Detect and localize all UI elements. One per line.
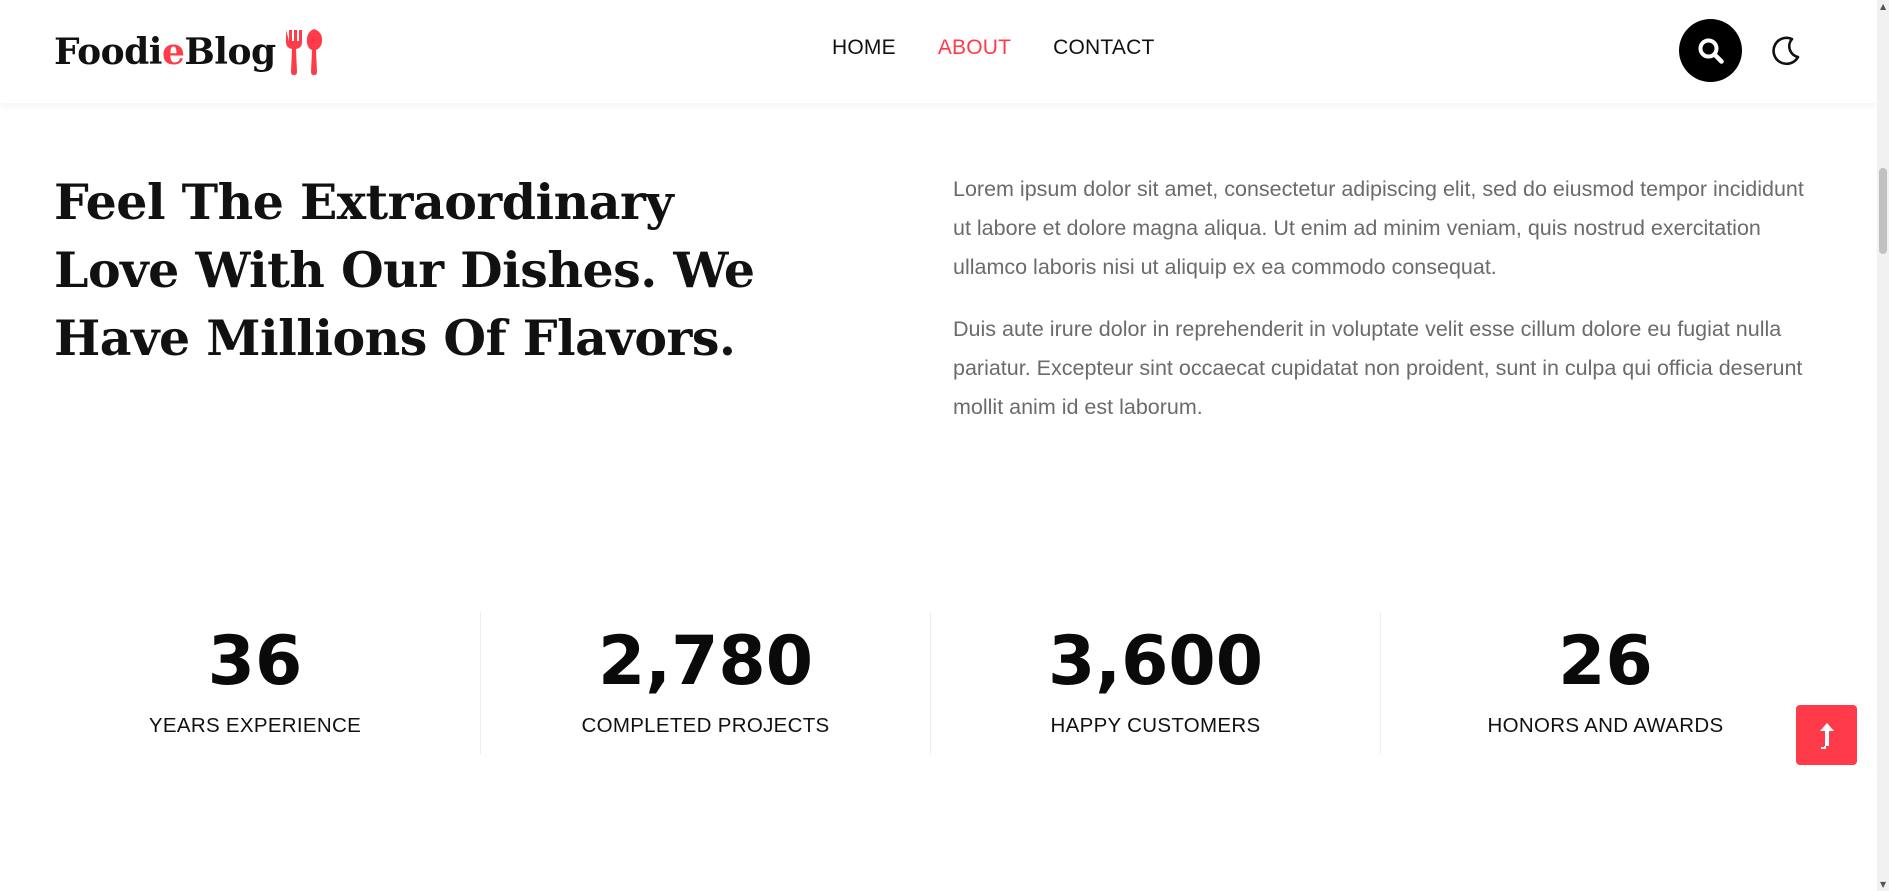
main-nav: HOME ABOUT CONTACT xyxy=(832,36,1197,60)
about-headline: Feel The Extraordinary Love With Our Dis… xyxy=(54,173,755,367)
moon-icon xyxy=(1772,36,1800,66)
site-logo[interactable]: Foodi e Blog xyxy=(54,24,326,80)
search-button[interactable] xyxy=(1679,19,1742,82)
stat-value: 3,600 xyxy=(1047,622,1264,701)
stats-section: 36 YEARS EXPERIENCE 2,780 COMPLETED PROJ… xyxy=(30,612,1830,754)
stat-label: COMPLETED PROJECTS xyxy=(581,714,830,737)
site-header: Foodi e Blog HOME ABOUT CONTACT xyxy=(0,0,1877,103)
nav-home[interactable]: HOME xyxy=(832,36,896,60)
logo-text-accent: e xyxy=(161,31,185,73)
nav-about[interactable]: ABOUT xyxy=(938,36,1011,60)
scrollbar-thumb[interactable] xyxy=(1879,168,1887,254)
stat-label: HONORS AND AWARDS xyxy=(1487,714,1724,737)
search-icon xyxy=(1698,38,1724,64)
stat-value: 36 xyxy=(207,622,303,701)
stat-value: 26 xyxy=(1558,622,1653,701)
stat-item: 3,600 HAPPY CUSTOMERS xyxy=(930,612,1380,754)
stat-label: HAPPY CUSTOMERS xyxy=(1050,714,1261,737)
about-text: Lorem ipsum dolor sit amet, consectetur … xyxy=(953,170,1813,450)
scroll-down-arrow-icon[interactable]: ▼ xyxy=(1880,880,1886,889)
stat-value: 2,780 xyxy=(597,622,814,701)
cutlery-icon xyxy=(282,28,326,76)
scroll-up-arrow-icon[interactable]: ▲ xyxy=(1880,2,1886,11)
stat-item: 36 YEARS EXPERIENCE xyxy=(30,612,480,754)
back-to-top-button[interactable] xyxy=(1796,705,1857,765)
arrow-up-icon xyxy=(1819,723,1834,749)
logo-text-part2: Blog xyxy=(184,31,276,73)
stat-item: 26 HONORS AND AWARDS xyxy=(1380,612,1830,754)
stat-label: YEARS EXPERIENCE xyxy=(148,714,362,737)
about-paragraph-2: Duis aute irure dolor in reprehenderit i… xyxy=(953,317,1803,419)
theme-toggle-button[interactable] xyxy=(1769,34,1803,68)
page-scrollbar[interactable]: ▲ ▼ xyxy=(1877,0,1889,891)
logo-text-part1: Foodi xyxy=(54,31,162,73)
nav-contact[interactable]: CONTACT xyxy=(1053,36,1154,60)
stat-item: 2,780 COMPLETED PROJECTS xyxy=(480,612,930,754)
about-paragraph-1: Lorem ipsum dolor sit amet, consectetur … xyxy=(953,177,1804,279)
